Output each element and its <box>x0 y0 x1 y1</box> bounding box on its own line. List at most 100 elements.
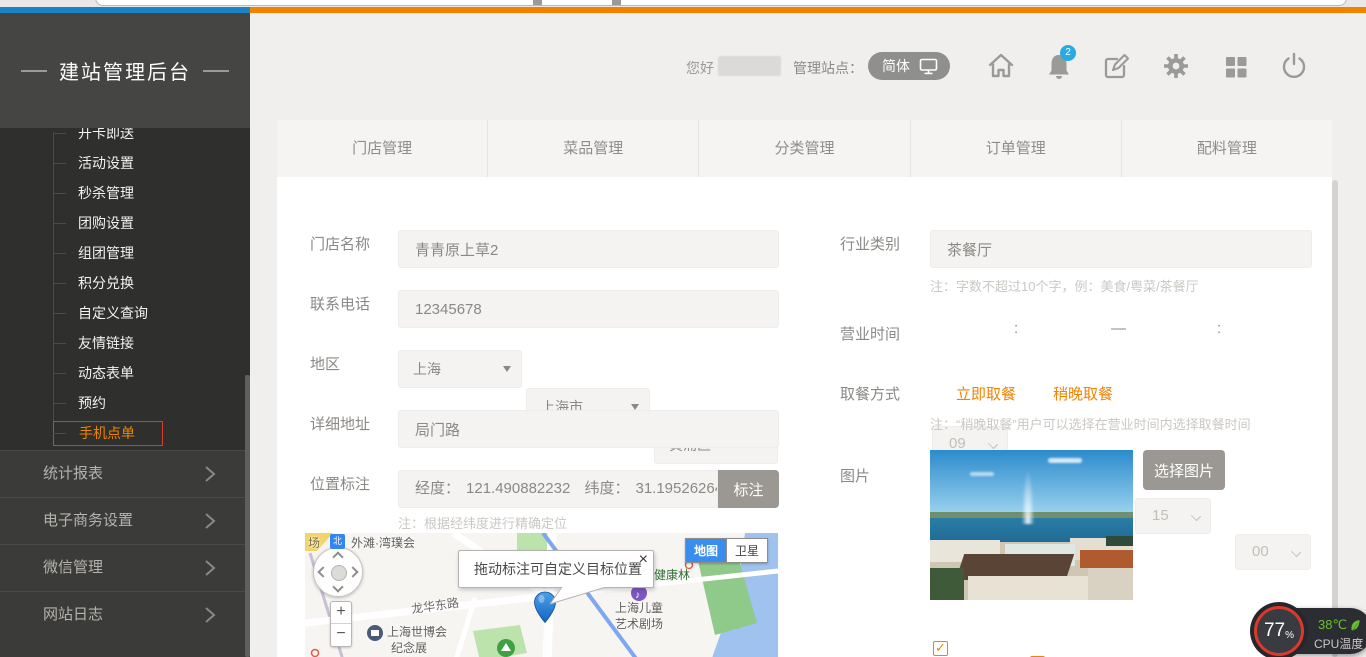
pickup-note: 注：“稍晚取餐”用户可以选择在营业时间内选择取餐时间 <box>930 414 1251 433</box>
map-label-theater: 艺术剧场 <box>615 615 663 632</box>
region-label: 地区 <box>310 353 340 374</box>
address-bar-text-fragment <box>612 0 621 5</box>
store-photo-thumbnail <box>930 450 1133 600</box>
language-label: 简体 <box>882 56 910 76</box>
home-icon[interactable] <box>985 49 1017 83</box>
gear-icon[interactable] <box>1160 49 1192 83</box>
zoom-in-button[interactable]: + <box>331 602 351 624</box>
tab-dish-management[interactable]: 菜品管理 <box>488 120 699 177</box>
store-name-input[interactable] <box>398 230 779 268</box>
map-tooltip: 拖动标注可自定义目标位置 × <box>458 550 654 588</box>
sidebar-groups: 统计报表 电子商务设置 微信管理 网站日志 <box>0 450 250 657</box>
store-name-label: 门店名称 <box>310 233 370 254</box>
lat-label: 纬度： <box>584 480 629 497</box>
tooltip-close-icon[interactable]: × <box>639 551 648 569</box>
pan-left-icon[interactable] <box>317 566 328 577</box>
browser-address-bar[interactable] <box>95 0 1347 6</box>
sidebar-menu: 开卡即送 活动设置 秒杀管理 团购设置 组团管理 积分兑换 自定义查询 友情链接… <box>0 128 250 450</box>
pan-down-icon[interactable] <box>332 581 343 592</box>
sidebar-item-friend-links[interactable]: 友情链接 <box>0 328 250 358</box>
chevron-down-icon <box>1191 511 1201 521</box>
chevron-right-icon <box>203 512 217 530</box>
pan-right-icon[interactable] <box>347 566 358 577</box>
tab-store-management[interactable]: 门店管理 <box>277 120 488 177</box>
close-minute-select[interactable]: 00 <box>1235 534 1311 570</box>
hours-label: 营业时间 <box>840 323 900 344</box>
phone-input[interactable] <box>398 290 779 328</box>
map-north-badge: 北 <box>330 534 345 549</box>
map-label-expo: 纪念展 <box>391 639 427 656</box>
sidebar-item-points-exchange[interactable]: 积分兑换 <box>0 268 250 298</box>
location-label: 位置标注 <box>310 473 370 494</box>
notification-badge: 2 <box>1060 45 1076 61</box>
cpu-temp-label: CPU温度 <box>1314 635 1363 652</box>
power-icon[interactable] <box>1278 49 1310 83</box>
sidebar-group-ecommerce-settings[interactable]: 电子商务设置 <box>0 497 250 544</box>
address-bar-text-fragment <box>533 0 542 5</box>
industry-input[interactable] <box>930 230 1312 268</box>
sidebar-brand: 建站管理后台 <box>0 13 250 128</box>
accent-bar-orange <box>250 7 1366 13</box>
sidebar-item-team-management[interactable]: 组团管理 <box>0 238 250 268</box>
sidebar-item-activity-settings[interactable]: 活动设置 <box>0 148 250 178</box>
map-type-toggle: 地图 卫星 <box>685 538 768 563</box>
map-label-theater: 上海儿童 <box>615 599 663 616</box>
sidebar-item-seckill-management[interactable]: 秒杀管理 <box>0 178 250 208</box>
tab-order-management[interactable]: 订单管理 <box>911 120 1122 177</box>
coordinates-box[interactable]: 经度：121.490882232 纬度：31.1952626403 <box>398 470 718 508</box>
tab-ingredient-management[interactable]: 配料管理 <box>1122 120 1332 177</box>
sidebar-item-custom-query[interactable]: 自定义查询 <box>0 298 250 328</box>
map-pan-control[interactable] <box>313 547 363 597</box>
sidebar-group-site-logs[interactable]: 网站日志 <box>0 591 250 638</box>
pickup-now-label[interactable]: 立即取餐 <box>956 383 1016 404</box>
chevron-right-icon <box>203 606 217 624</box>
grid-apps-icon[interactable] <box>1220 49 1252 83</box>
image-label: 图片 <box>840 465 870 486</box>
map-label-bund: 外滩·湾璞会 <box>351 534 415 551</box>
sidebar-scrollbar-thumb[interactable] <box>245 375 250 657</box>
pickup-later-label[interactable]: 稍晚取餐 <box>1053 383 1113 404</box>
pickup-label: 取餐方式 <box>840 383 900 404</box>
sidebar-group-stats-reports[interactable]: 统计报表 <box>0 450 250 497</box>
chevron-right-icon <box>203 465 217 483</box>
cpu-percent-sign: % <box>1285 630 1294 641</box>
edit-icon[interactable] <box>1100 49 1132 83</box>
greeting-text: 您好 <box>686 58 714 78</box>
cpu-usage-gauge[interactable]: 77% <box>1250 602 1308 657</box>
sidebar-item-groupbuy-settings[interactable]: 团购设置 <box>0 208 250 238</box>
zoom-out-button[interactable]: − <box>331 624 351 646</box>
close-hour-select[interactable]: 15 <box>1135 498 1211 534</box>
choose-image-button[interactable]: 选择图片 <box>1143 450 1225 490</box>
monitor-icon <box>919 58 938 75</box>
content-panel: 门店名称 联系电话 地区 上海 上海市 黄浦区 详细地址 位置标注 经度：121… <box>277 177 1332 657</box>
map-type-satellite-button[interactable]: 卫星 <box>726 538 768 563</box>
province-select[interactable]: 上海 <box>398 350 522 388</box>
map-label-expo: 上海世博会 <box>387 623 447 640</box>
time-colon: : <box>1014 320 1018 337</box>
location-note: 注：根据经纬度进行精确定位 <box>398 513 567 532</box>
chevron-down-icon <box>1291 547 1301 557</box>
sidebar-group-wechat-management[interactable]: 微信管理 <box>0 544 250 591</box>
dropdown-arrow-icon <box>503 366 511 372</box>
sidebar-item-dynamic-forms[interactable]: 动态表单 <box>0 358 250 388</box>
baidu-map[interactable]: ♪ 场 外滩·湾璞会 龙华东路 健康林 上海儿童 艺术剧场 上海世博会 纪念展 … <box>305 533 778 657</box>
pickup-now-checkbox[interactable] <box>933 641 948 656</box>
address-input[interactable] <box>398 410 779 448</box>
chevron-down-icon <box>988 439 998 449</box>
industry-note: 注：字数不超过10个字，例：美食/粤菜/茶餐厅 <box>930 276 1199 295</box>
tab-category-management[interactable]: 分类管理 <box>699 120 910 177</box>
pan-up-icon[interactable] <box>332 551 343 562</box>
lng-label: 经度： <box>415 480 460 497</box>
sidebar-item-mobile-ordering[interactable]: 手机点单 <box>0 418 250 448</box>
mark-location-button[interactable]: 标注 <box>718 470 779 508</box>
cpu-percent: 77 <box>1264 620 1285 642</box>
sidebar-item-card-delivery[interactable]: 开卡即送 <box>0 128 250 148</box>
language-site-pill[interactable]: 简体 <box>868 52 950 80</box>
pan-center-knob[interactable] <box>331 565 347 581</box>
sidebar-item-reservation[interactable]: 预约 <box>0 388 250 418</box>
phone-label: 联系电话 <box>310 293 370 314</box>
map-zoom-control: + − <box>330 601 352 647</box>
lat-value: 31.1952626403 <box>635 480 718 497</box>
map-type-map-button[interactable]: 地图 <box>685 538 726 563</box>
content-scrollbar-thumb[interactable] <box>1332 180 1338 657</box>
